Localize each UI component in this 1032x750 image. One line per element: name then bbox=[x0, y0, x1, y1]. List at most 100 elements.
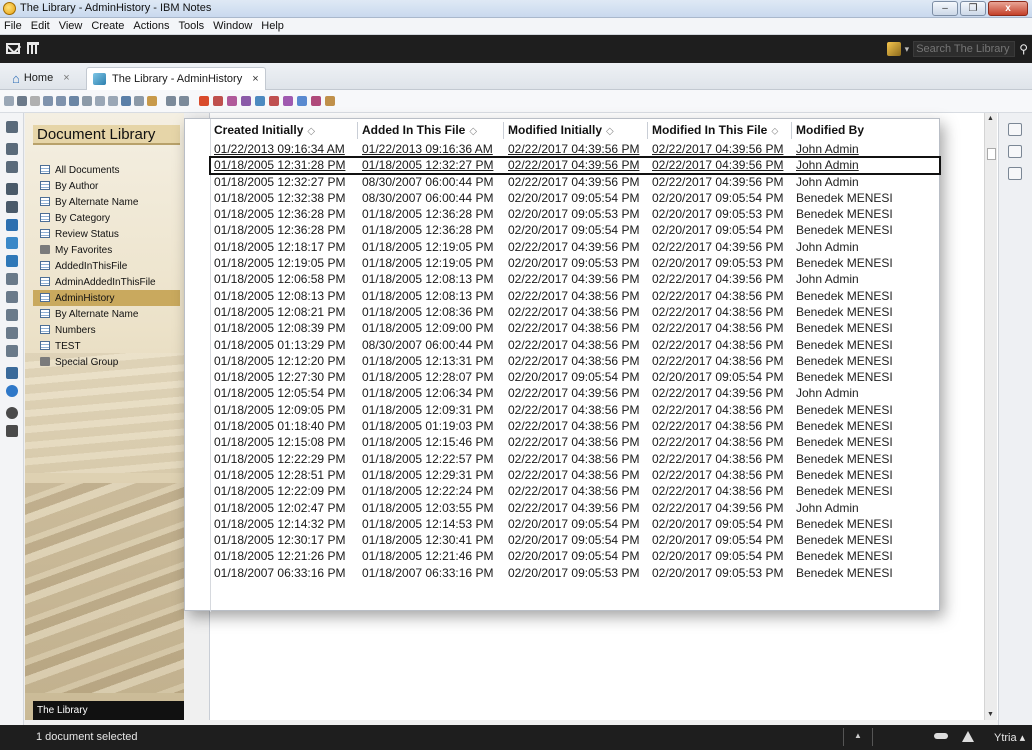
navigator-item[interactable]: Numbers bbox=[33, 322, 180, 338]
menu-edit[interactable]: Edit bbox=[31, 20, 50, 32]
globe-icon[interactable] bbox=[6, 385, 18, 397]
column-header-modified-initially[interactable]: Modified Initially ◇ bbox=[504, 122, 648, 139]
table-row[interactable]: 01/18/2005 12:27:30 PM 01/18/2005 12:28:0… bbox=[210, 369, 940, 385]
db-icon-1[interactable] bbox=[6, 237, 18, 249]
reply-icon[interactable] bbox=[56, 96, 66, 106]
table-row[interactable]: 01/18/2005 12:08:13 PM 01/18/2005 12:08:1… bbox=[210, 288, 940, 304]
table-row[interactable]: 01/18/2005 12:15:08 PM 01/18/2005 12:15:4… bbox=[210, 434, 940, 450]
table-row[interactable]: 01/18/2005 12:02:47 PM 01/18/2005 12:03:5… bbox=[210, 500, 940, 516]
status-up-arrow-icon[interactable]: ▲ bbox=[854, 731, 862, 740]
db-icon-7[interactable] bbox=[6, 345, 18, 357]
calendar-icon[interactable] bbox=[6, 161, 18, 173]
table-row[interactable]: 01/18/2005 01:18:40 PM 01/18/2005 01:19:0… bbox=[210, 418, 940, 434]
tab-home[interactable]: ⌂ Home × bbox=[6, 67, 76, 89]
menu-tools[interactable]: Tools bbox=[178, 20, 204, 32]
day-at-a-glance-icon[interactable] bbox=[1008, 167, 1022, 180]
db-icon-3[interactable] bbox=[6, 273, 18, 285]
table-row[interactable]: 01/18/2005 12:06:58 PM 01/18/2005 12:08:1… bbox=[210, 271, 940, 287]
plugin-icon-10[interactable] bbox=[325, 96, 335, 106]
table-row[interactable]: 01/22/2013 09:16:34 AM 01/22/2013 09:16:3… bbox=[210, 141, 940, 157]
print-icon[interactable] bbox=[17, 96, 27, 106]
db-icon-4[interactable] bbox=[6, 291, 18, 303]
table-row[interactable]: 01/18/2005 12:19:05 PM 01/18/2005 12:19:0… bbox=[210, 255, 940, 271]
navigator-item[interactable]: My Favorites bbox=[33, 242, 180, 258]
tab-home-close-icon[interactable]: × bbox=[63, 72, 69, 84]
menu-window[interactable]: Window bbox=[213, 20, 252, 32]
table-row[interactable]: 01/18/2005 12:30:17 PM 01/18/2005 12:30:4… bbox=[210, 532, 940, 548]
menu-view[interactable]: View bbox=[59, 20, 83, 32]
column-header-created-initially[interactable]: Created Initially ◇ bbox=[210, 122, 358, 139]
search-scope-icon[interactable] bbox=[886, 42, 901, 56]
activities-icon[interactable] bbox=[1008, 145, 1022, 158]
refresh-icon[interactable] bbox=[121, 96, 131, 106]
contacts-icon[interactable] bbox=[6, 183, 18, 195]
menu-help[interactable]: Help bbox=[261, 20, 284, 32]
plugin-icon-1[interactable] bbox=[199, 96, 209, 106]
todo-icon[interactable] bbox=[6, 201, 18, 213]
table-row[interactable]: 01/18/2005 12:12:20 PM 01/18/2005 12:13:3… bbox=[210, 353, 940, 369]
scroll-up-icon[interactable]: ▲ bbox=[987, 115, 994, 122]
plugin-icon-2[interactable] bbox=[213, 96, 223, 106]
table-row[interactable]: 01/18/2005 12:05:54 PM 01/18/2005 12:06:3… bbox=[210, 385, 940, 401]
scroll-thumb[interactable] bbox=[987, 148, 996, 160]
table-row[interactable]: 01/18/2007 06:33:16 PM 01/18/2007 06:33:1… bbox=[210, 565, 940, 581]
view-scrollbar[interactable]: ▲ ▼ bbox=[984, 113, 997, 720]
navigator-item[interactable]: TEST bbox=[33, 338, 180, 354]
menu-actions[interactable]: Actions bbox=[133, 20, 169, 32]
db-icon-5[interactable] bbox=[6, 309, 18, 321]
table-row[interactable]: 01/18/2005 01:13:29 PM 08/30/2007 06:00:4… bbox=[210, 337, 940, 353]
table-row[interactable]: 01/18/2005 12:21:26 PM 01/18/2005 12:21:4… bbox=[210, 548, 940, 564]
navigator-item[interactable]: By Author bbox=[33, 178, 180, 194]
column-header-modified-by[interactable]: Modified By bbox=[792, 122, 940, 139]
scroll-down-icon[interactable]: ▼ bbox=[987, 711, 994, 718]
mail-icon[interactable] bbox=[6, 43, 20, 54]
table-row[interactable]: 01/18/2005 12:28:51 PM 01/18/2005 12:29:3… bbox=[210, 467, 940, 483]
sort-icon[interactable]: ⬦ bbox=[771, 126, 778, 137]
table-row[interactable]: 01/18/2005 12:36:28 PM 01/18/2005 12:36:2… bbox=[210, 222, 940, 238]
mail-icon[interactable] bbox=[6, 143, 18, 155]
navigator-item[interactable]: By Alternate Name bbox=[33, 306, 180, 322]
minimize-button[interactable]: – bbox=[932, 1, 958, 16]
search-icon[interactable]: ⚲ bbox=[1019, 42, 1028, 56]
plugin-icon-8[interactable] bbox=[297, 96, 307, 106]
calendar-icon[interactable] bbox=[27, 42, 39, 54]
table-row[interactable]: 01/18/2005 12:14:32 PM 01/18/2005 12:14:5… bbox=[210, 516, 940, 532]
table-row[interactable]: 01/18/2005 12:08:39 PM 01/18/2005 12:09:0… bbox=[210, 320, 940, 336]
sync-icon[interactable] bbox=[6, 219, 18, 231]
notes-app-icon[interactable] bbox=[3, 2, 16, 15]
table-row[interactable]: 01/18/2005 12:36:28 PM 01/18/2005 12:36:2… bbox=[210, 206, 940, 222]
navigator-item[interactable]: Review Status bbox=[33, 226, 180, 242]
plugin-icon-9[interactable] bbox=[311, 96, 321, 106]
search-input[interactable] bbox=[913, 41, 1016, 57]
binoculars-icon[interactable] bbox=[6, 121, 18, 133]
maximize-button[interactable]: ❐ bbox=[960, 1, 986, 16]
sort-icon[interactable]: ◇ bbox=[469, 126, 477, 137]
navigator-item[interactable]: AdminAddedInThisFile bbox=[33, 274, 180, 290]
menu-create[interactable]: Create bbox=[91, 20, 124, 32]
info-icon[interactable] bbox=[6, 407, 18, 419]
menu-file[interactable]: File bbox=[4, 20, 22, 32]
table-row[interactable]: 01/18/2005 12:32:27 PM 08/30/2007 06:00:4… bbox=[210, 174, 940, 190]
navigator-item[interactable]: AddedInThisFile bbox=[33, 258, 180, 274]
column-header-modified-in-this-file[interactable]: Modified In This File ⬦ bbox=[648, 122, 792, 139]
network-icon[interactable] bbox=[962, 731, 974, 742]
table-row[interactable]: 01/18/2005 12:22:29 PM 01/18/2005 12:22:5… bbox=[210, 451, 940, 467]
properties-icon[interactable] bbox=[134, 96, 144, 106]
column-header-added-in-this-file[interactable]: Added In This File ◇ bbox=[358, 122, 504, 139]
key-icon[interactable] bbox=[934, 733, 948, 739]
sort-icon[interactable]: ◇ bbox=[606, 126, 614, 137]
navigator-item[interactable]: By Category bbox=[33, 210, 180, 226]
flag-icon[interactable] bbox=[82, 96, 92, 106]
new-doc-icon[interactable] bbox=[4, 96, 14, 106]
table-row[interactable]: 01/18/2005 12:31:28 PM 01/18/2005 12:32:2… bbox=[209, 156, 941, 175]
table-row[interactable]: 01/18/2005 12:08:21 PM 01/18/2005 12:08:3… bbox=[210, 304, 940, 320]
navigator-item[interactable]: Special Group bbox=[33, 354, 180, 370]
plugin-icon-4[interactable] bbox=[241, 96, 251, 106]
copy-icon[interactable] bbox=[95, 96, 105, 106]
chevron-down-icon[interactable]: ▾ bbox=[905, 44, 910, 55]
tab-active-close-icon[interactable]: × bbox=[252, 73, 258, 85]
location-selector[interactable]: Ytria ▴ bbox=[994, 731, 1025, 744]
plugin-icon-3[interactable] bbox=[227, 96, 237, 106]
table-row[interactable]: 01/18/2005 12:32:38 PM 08/30/2007 06:00:4… bbox=[210, 190, 940, 206]
close-button[interactable]: x bbox=[988, 1, 1028, 16]
